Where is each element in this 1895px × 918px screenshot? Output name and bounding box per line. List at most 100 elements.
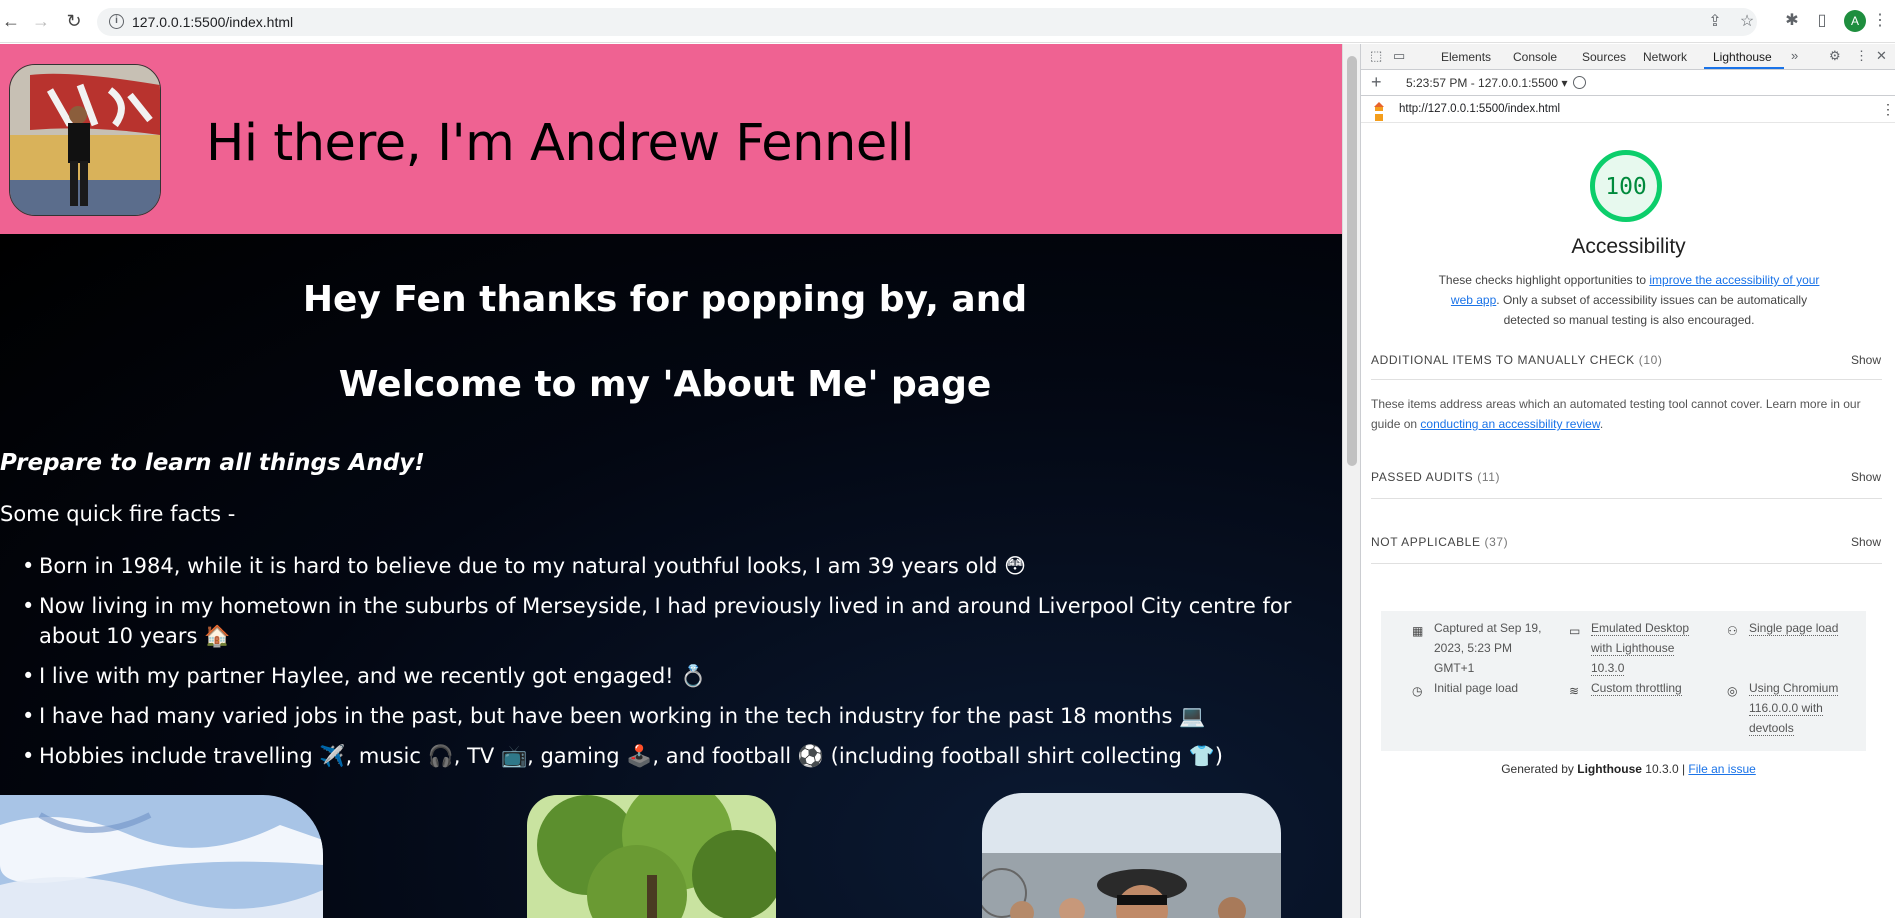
score-value: 100 xyxy=(1605,174,1647,200)
devtools-panel: ⬚ ▭ Elements Console Sources Network Lig… xyxy=(1360,44,1895,918)
page-title: Hi there, I'm Andrew Fennell xyxy=(206,114,915,173)
chromium-version[interactable]: ◎ Using Chromium 116.0.0.0 with devtools xyxy=(1727,678,1859,738)
calendar-icon: ▦ xyxy=(1412,624,1424,638)
show-passed-button[interactable]: Show xyxy=(1851,470,1881,484)
devtools-menu-icon[interactable]: ⋮ xyxy=(1855,48,1868,64)
side-panel-icon[interactable]: ▯ xyxy=(1812,11,1832,31)
section-manual-label: ADDITIONAL ITEMS TO MANUALLY CHECK xyxy=(1371,353,1635,367)
tab-network[interactable]: Network xyxy=(1643,50,1687,64)
list-item: Hobbies include travelling ✈️, music 🎧, … xyxy=(22,741,1322,771)
device-toolbar-icon[interactable]: ▭ xyxy=(1393,48,1405,64)
timer-icon: ◷ xyxy=(1412,684,1423,698)
manual-desc-end: . xyxy=(1599,417,1604,431)
address-url[interactable]: 127.0.0.1:5500/index.html xyxy=(132,14,293,30)
section-na-title[interactable]: NOT APPLICABLE (37) xyxy=(1371,535,1508,549)
welcome-heading-2: Welcome to my 'About Me' page xyxy=(338,364,992,405)
profile-photo xyxy=(9,64,161,216)
prepare-text: Prepare to learn all things Andy! xyxy=(0,450,425,476)
divider xyxy=(1371,498,1882,499)
chevron-down-icon: ▾ xyxy=(1561,76,1568,90)
report-menu-icon[interactable]: ⋮ xyxy=(1881,101,1895,118)
browser-toolbar: ← → ↻ i 127.0.0.1:5500/index.html ⇪ ☆ ✱ … xyxy=(0,0,1895,43)
tab-elements[interactable]: Elements xyxy=(1441,50,1491,64)
photo-tree xyxy=(527,795,776,918)
section-passed-label: PASSED AUDITS xyxy=(1371,470,1474,484)
forward-icon[interactable]: → xyxy=(30,10,52,32)
throttling-text: Custom throttling xyxy=(1591,681,1682,696)
runtime-settings: ▦ Captured at Sep 19, 2023, 5:23 PM GMT+… xyxy=(1381,611,1866,751)
initial-text: Initial page load xyxy=(1434,681,1519,695)
section-na-label: NOT APPLICABLE xyxy=(1371,535,1481,549)
category-title: Accessibility xyxy=(1571,235,1686,258)
profile-avatar[interactable]: A xyxy=(1844,10,1866,32)
photo-crowd xyxy=(982,793,1281,918)
captured-text: Captured at Sep 19, 2023, 5:23 PM GMT+1 xyxy=(1434,621,1542,675)
section-passed-count: (11) xyxy=(1477,470,1501,484)
tab-sources[interactable]: Sources xyxy=(1582,50,1626,64)
show-na-button[interactable]: Show xyxy=(1851,535,1881,549)
site-info-icon[interactable]: i xyxy=(109,14,124,29)
welcome-heading-1: Hey Fen thanks for popping by, and xyxy=(302,279,1028,320)
lighthouse-toolbar: + 5:23:57 PM - 127.0.0.1:5500 ▾ xyxy=(1361,70,1895,96)
tab-lighthouse[interactable]: Lighthouse xyxy=(1713,50,1772,64)
emulated-device[interactable]: ▭ Emulated Desktop with Lighthouse 10.3.… xyxy=(1569,618,1701,678)
initial-load: ◷ Initial page load xyxy=(1412,678,1544,698)
generated-by: Generated by Lighthouse 10.3.0 | File an… xyxy=(1361,762,1895,776)
extensions-icon[interactable]: ✱ xyxy=(1782,11,1802,31)
list-item: Now living in my hometown in the suburbs… xyxy=(22,591,1322,651)
clear-icon[interactable] xyxy=(1573,76,1586,89)
new-report-icon[interactable]: + xyxy=(1371,72,1382,93)
section-passed-title[interactable]: PASSED AUDITS (11) xyxy=(1371,470,1500,484)
share-icon[interactable]: ⇪ xyxy=(1705,12,1725,32)
devtools-tab-bar: ⬚ ▭ Elements Console Sources Network Lig… xyxy=(1361,44,1895,70)
captured-at: ▦ Captured at Sep 19, 2023, 5:23 PM GMT+… xyxy=(1412,618,1544,678)
desc-text: These checks highlight opportunities to xyxy=(1438,273,1650,287)
single-page-load[interactable]: ⚇ Single page load xyxy=(1727,618,1859,638)
menu-icon[interactable]: ⋮ xyxy=(1870,11,1890,31)
address-bar[interactable]: i 127.0.0.1:5500/index.html ⇪ ☆ xyxy=(97,8,1757,36)
conducting-review-link[interactable]: conducting an accessibility review xyxy=(1420,417,1599,431)
score-gauge: 100 xyxy=(1590,150,1662,222)
chromium-text: Using Chromium 116.0.0.0 with devtools xyxy=(1749,681,1839,736)
close-icon[interactable]: ✕ xyxy=(1876,48,1887,64)
show-manual-button[interactable]: Show xyxy=(1851,353,1881,367)
single-text: Single page load xyxy=(1749,621,1839,636)
tab-console[interactable]: Console xyxy=(1513,50,1557,64)
scrollbar-thumb[interactable] xyxy=(1347,56,1357,466)
section-na-count: (37) xyxy=(1484,535,1509,549)
reload-icon[interactable]: ↻ xyxy=(63,10,85,32)
category-description: These checks highlight opportunities to … xyxy=(1429,270,1829,330)
hero-header: Hi there, I'm Andrew Fennell xyxy=(0,44,1342,234)
more-tabs-icon[interactable]: » xyxy=(1791,48,1798,63)
generated-version: 10.3.0 | xyxy=(1641,762,1689,776)
desc-text-end: . Only a subset of accessibility issues … xyxy=(1496,293,1808,327)
page-viewport: Hi there, I'm Andrew Fennell Hey Fen tha… xyxy=(0,44,1342,918)
report-url-bar: http://127.0.0.1:5500/index.html ⋮ xyxy=(1361,97,1895,123)
generated-brand: Lighthouse xyxy=(1577,762,1642,776)
file-issue-link[interactable]: File an issue xyxy=(1688,762,1755,776)
manual-description: These items address areas which an autom… xyxy=(1371,394,1883,434)
report-selector[interactable]: 5:23:57 PM - 127.0.0.1:5500 ▾ xyxy=(1406,76,1567,90)
report-url: http://127.0.0.1:5500/index.html xyxy=(1399,103,1561,115)
section-manual-title[interactable]: ADDITIONAL ITEMS TO MANUALLY CHECK (10) xyxy=(1371,353,1662,367)
list-item: I live with my partner Haylee, and we re… xyxy=(22,661,1322,691)
list-item: I have had many varied jobs in the past,… xyxy=(22,701,1322,731)
bookmark-star-icon[interactable]: ☆ xyxy=(1737,12,1757,32)
emulated-text: Emulated Desktop with Lighthouse 10.3.0 xyxy=(1591,621,1690,676)
chrome-icon: ◎ xyxy=(1727,684,1738,698)
section-manual-count: (10) xyxy=(1638,353,1663,367)
generated-prefix: Generated by xyxy=(1501,762,1578,776)
page-scrollbar[interactable] xyxy=(1342,44,1360,918)
active-tab-indicator xyxy=(1704,67,1784,69)
inspect-element-icon[interactable]: ⬚ xyxy=(1370,48,1382,64)
devices-icon: ▭ xyxy=(1569,624,1581,638)
wifi-icon: ≋ xyxy=(1569,684,1580,698)
throttling[interactable]: ≋ Custom throttling xyxy=(1569,678,1701,698)
user-icon: ⚇ xyxy=(1727,624,1738,638)
divider xyxy=(1371,379,1882,380)
list-item: Born in 1984, while it is hard to believ… xyxy=(22,551,1322,581)
lighthouse-logo-icon xyxy=(1374,102,1384,121)
back-icon[interactable]: ← xyxy=(0,10,22,32)
facts-intro: Some quick fire facts - xyxy=(0,502,236,526)
gear-icon[interactable]: ⚙ xyxy=(1829,48,1841,64)
